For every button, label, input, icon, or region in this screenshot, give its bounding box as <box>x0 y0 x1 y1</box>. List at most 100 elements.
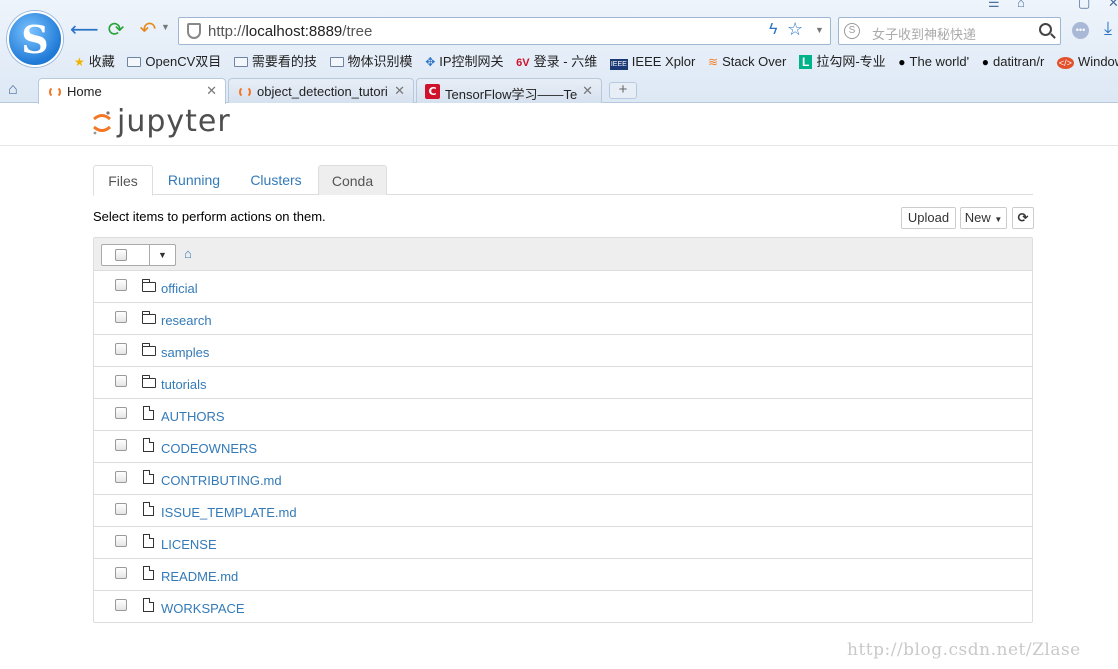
browser-logo[interactable]: S <box>7 11 63 67</box>
item-name-link[interactable]: tutorials <box>161 377 207 392</box>
chevron-down-icon[interactable]: ▼ <box>815 25 824 35</box>
item-checkbox[interactable] <box>115 311 127 323</box>
select-all-checkbox[interactable] <box>101 244 150 266</box>
item-name-link[interactable]: samples <box>161 345 209 360</box>
star-icon: ★ <box>74 55 85 69</box>
item-checkbox[interactable] <box>115 599 127 611</box>
bookmark-item[interactable]: 需要看的技 <box>233 51 317 70</box>
item-checkbox[interactable] <box>115 439 127 451</box>
close-tab-icon[interactable]: ✕ <box>394 83 405 99</box>
bookmark-item[interactable]: ● The world' <box>898 54 969 69</box>
folder-icon <box>142 343 156 356</box>
file-list-item[interactable]: tutorials <box>94 367 1032 399</box>
search-engine-icon[interactable]: S <box>844 23 860 39</box>
bookmark-star-icon[interactable]: ☆ <box>787 19 803 40</box>
file-icon <box>143 534 154 548</box>
bookmark-item[interactable]: IEEE IEEE Xplor <box>609 54 695 70</box>
tab-running[interactable]: Running <box>159 165 229 195</box>
undo-icon[interactable]: ↶ <box>135 18 161 42</box>
file-list-item[interactable]: LICENSE <box>94 527 1032 559</box>
file-list-item[interactable]: CODEOWNERS <box>94 431 1032 463</box>
refresh-icon: ⟳ <box>1017 210 1029 225</box>
item-name-link[interactable]: ISSUE_TEMPLATE.md <box>161 505 297 520</box>
item-checkbox[interactable] <box>115 375 127 387</box>
file-list-item[interactable]: README.md <box>94 559 1032 591</box>
search-bar[interactable]: S 女子收到神秘快递 <box>838 17 1061 45</box>
file-list-item[interactable]: WORKSPACE <box>94 591 1032 623</box>
item-name-link[interactable]: AUTHORS <box>161 409 225 424</box>
item-checkbox[interactable] <box>115 535 127 547</box>
home-breadcrumb-icon[interactable]: ⌂ <box>184 246 192 261</box>
tab-home[interactable]: Home ✕ <box>38 78 226 104</box>
item-name-link[interactable]: CODEOWNERS <box>161 441 257 456</box>
tab-files[interactable]: Files <box>93 165 153 196</box>
bookmark-item[interactable]: ≋ Stack Over <box>708 54 786 69</box>
home-icon[interactable]: ⌂ <box>8 81 18 99</box>
item-name-link[interactable]: CONTRIBUTING.md <box>161 473 282 488</box>
back-arrow-icon[interactable]: ⟵ <box>70 18 99 42</box>
new-button[interactable]: New ▼ <box>960 207 1007 229</box>
bookmark-item[interactable]: ● datitran/r <box>982 54 1045 69</box>
bookmark-item[interactable]: OpenCV双目 <box>127 51 221 70</box>
file-list-item[interactable]: AUTHORS <box>94 399 1032 431</box>
file-list-item[interactable]: ISSUE_TEMPLATE.md <box>94 495 1032 527</box>
github-icon: ● <box>898 55 906 69</box>
checkbox[interactable] <box>115 249 127 261</box>
bookmark-item[interactable]: </>Windows <box>1056 54 1118 69</box>
download-icon[interactable]: ⤓ <box>1104 18 1112 39</box>
tab-tensorflow[interactable]: C TensorFlow学习——Te ✕ <box>416 78 602 103</box>
restore-icon[interactable]: ▢ <box>1078 0 1090 11</box>
close-tab-icon[interactable]: ✕ <box>206 83 217 99</box>
bookmark-item[interactable]: ✥ IP控制网关 <box>425 51 503 70</box>
item-name-link[interactable]: WORKSPACE <box>161 601 245 616</box>
jupyter-logo-text[interactable]: jupyter <box>117 104 231 139</box>
item-checkbox[interactable] <box>115 503 127 515</box>
select-menu-dropdown[interactable]: ▼ <box>150 244 176 266</box>
item-name-link[interactable]: README.md <box>161 569 238 584</box>
url-text[interactable]: http://localhost:8889/tree <box>208 23 372 40</box>
item-name-link[interactable]: LICENSE <box>161 537 217 552</box>
undo-dropdown-icon[interactable]: ▼ <box>161 22 170 32</box>
file-list-item[interactable]: research <box>94 303 1032 335</box>
new-tab-button[interactable]: + <box>609 82 637 99</box>
jupyter-logo-icon[interactable] <box>92 110 112 136</box>
bookmark-item[interactable]: L 拉勾网-专业 <box>798 51 886 70</box>
menu-icon[interactable]: ☰ <box>988 0 1000 11</box>
bookmarks-bar: ★ 收藏 OpenCV双目 需要看的技 物体识别模 ✥ IP控制网关 6V 登录 - … <box>74 51 1118 71</box>
item-name-link[interactable]: official <box>161 281 198 296</box>
item-checkbox[interactable] <box>115 567 127 579</box>
lagou-icon: L <box>798 55 813 69</box>
watermark: http://blog.csdn.net/Zlase <box>847 640 1081 660</box>
folder-icon <box>142 311 156 324</box>
reload-icon[interactable]: ⟳ <box>103 18 129 42</box>
file-list-item[interactable]: samples <box>94 335 1032 367</box>
upload-button[interactable]: Upload <box>901 207 956 229</box>
skin-icon[interactable]: ⌂ <box>1017 0 1025 10</box>
item-checkbox[interactable] <box>115 471 127 483</box>
file-list-item[interactable]: official <box>94 271 1032 303</box>
item-checkbox[interactable] <box>115 279 127 291</box>
search-icon[interactable] <box>1039 23 1052 36</box>
close-window-icon[interactable]: ✕ <box>1108 0 1118 11</box>
item-name-link[interactable]: research <box>161 313 212 328</box>
bookmark-item[interactable]: 物体识别模 <box>329 51 413 70</box>
tab-conda[interactable]: Conda <box>318 165 387 195</box>
close-tab-icon[interactable]: ✕ <box>582 83 593 99</box>
lightning-icon[interactable]: ϟ <box>769 21 777 39</box>
folder-icon <box>127 57 142 67</box>
bookmark-item[interactable]: 6V 登录 - 六维 <box>516 51 597 70</box>
folder-icon <box>233 57 248 67</box>
extension-icon[interactable]: ••• <box>1072 22 1089 39</box>
address-bar[interactable]: http://localhost:8889/tree ϟ ☆ ▼ <box>178 17 831 45</box>
tab-clusters[interactable]: Clusters <box>239 165 313 195</box>
file-list-item[interactable]: CONTRIBUTING.md <box>94 463 1032 495</box>
bookmark-item[interactable]: ★ 收藏 <box>74 51 115 70</box>
refresh-button[interactable]: ⟳ <box>1012 207 1034 229</box>
file-list-header: ▼ ⌂ <box>94 238 1032 271</box>
browser-chrome: S ⟵ ⟳ ↶ ▼ http://localhost:8889/tree ϟ ☆… <box>0 0 1118 104</box>
file-list: ▼ ⌂ official research samples tutorials AUTH… <box>93 237 1033 623</box>
caret-down-icon: ▼ <box>994 215 1003 224</box>
item-checkbox[interactable] <box>115 407 127 419</box>
item-checkbox[interactable] <box>115 343 127 355</box>
tab-object-detection[interactable]: object_detection_tutori ✕ <box>228 78 414 103</box>
